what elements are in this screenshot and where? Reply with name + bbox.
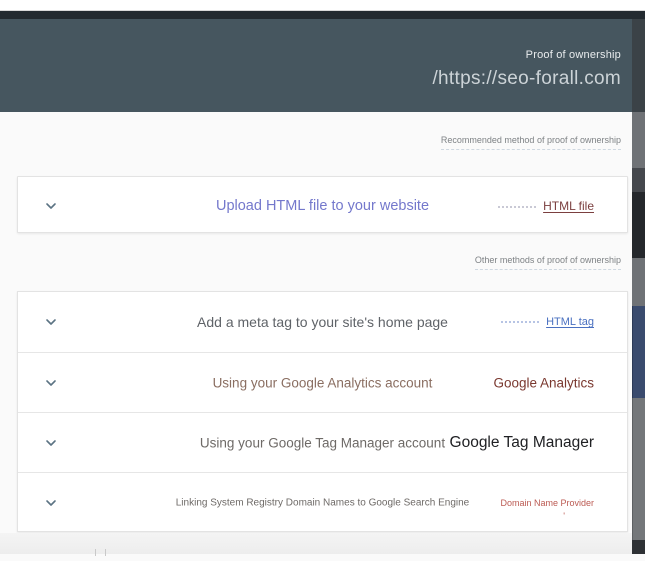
bottom-tick-artifacts — [95, 543, 115, 556]
recommended-section-label: Recommended method of proof of ownership — [440, 135, 621, 150]
method-link-html-tag[interactable]: HTML tag — [501, 316, 594, 328]
other-methods-card-group: Add a meta tag to your site's home page … — [17, 291, 628, 532]
footnote-artifact: ' — [563, 511, 565, 521]
edge-segment — [632, 19, 645, 112]
other-section-label: Other methods of proof of ownership — [474, 255, 621, 270]
background-window-edge — [632, 19, 645, 554]
method-row-google-analytics[interactable]: Using your Google Analytics account Goog… — [18, 352, 627, 412]
edge-segment — [632, 168, 645, 192]
method-label-domain-name-provider[interactable]: Domain Name Provider — [500, 498, 594, 508]
header-eyebrow: Proof of ownership — [525, 49, 621, 61]
dotted-artifact — [498, 205, 537, 208]
edge-segment — [632, 192, 645, 258]
edge-segment — [632, 112, 645, 168]
dotted-artifact — [501, 320, 540, 323]
window-titlebar — [0, 11, 645, 19]
method-label-google-tag-manager[interactable]: Google Tag Manager — [450, 434, 594, 452]
method-label-google-analytics[interactable]: Google Analytics — [493, 375, 594, 390]
method-card-html-file[interactable]: Upload HTML file to your website HTML fi… — [17, 176, 628, 233]
method-row-google-tag-manager[interactable]: Using your Google Tag Manager account Go… — [18, 412, 627, 472]
edge-segment — [632, 258, 645, 306]
site-url: /https://seo-forall.com — [432, 68, 621, 89]
method-row-html-tag[interactable]: Add a meta tag to your site's home page … — [18, 292, 627, 352]
method-row[interactable]: Upload HTML file to your website HTML fi… — [18, 177, 627, 234]
edge-segment — [632, 540, 645, 554]
top-window-strip — [0, 0, 645, 11]
edge-segment — [632, 398, 645, 540]
method-row-domain-name-provider[interactable]: Linking System Registry Domain Names to … — [18, 472, 627, 532]
proof-of-ownership-header: Proof of ownership /https://seo-forall.c… — [0, 19, 645, 112]
method-link-html-file[interactable]: HTML file — [498, 199, 594, 213]
edge-segment — [632, 306, 645, 398]
